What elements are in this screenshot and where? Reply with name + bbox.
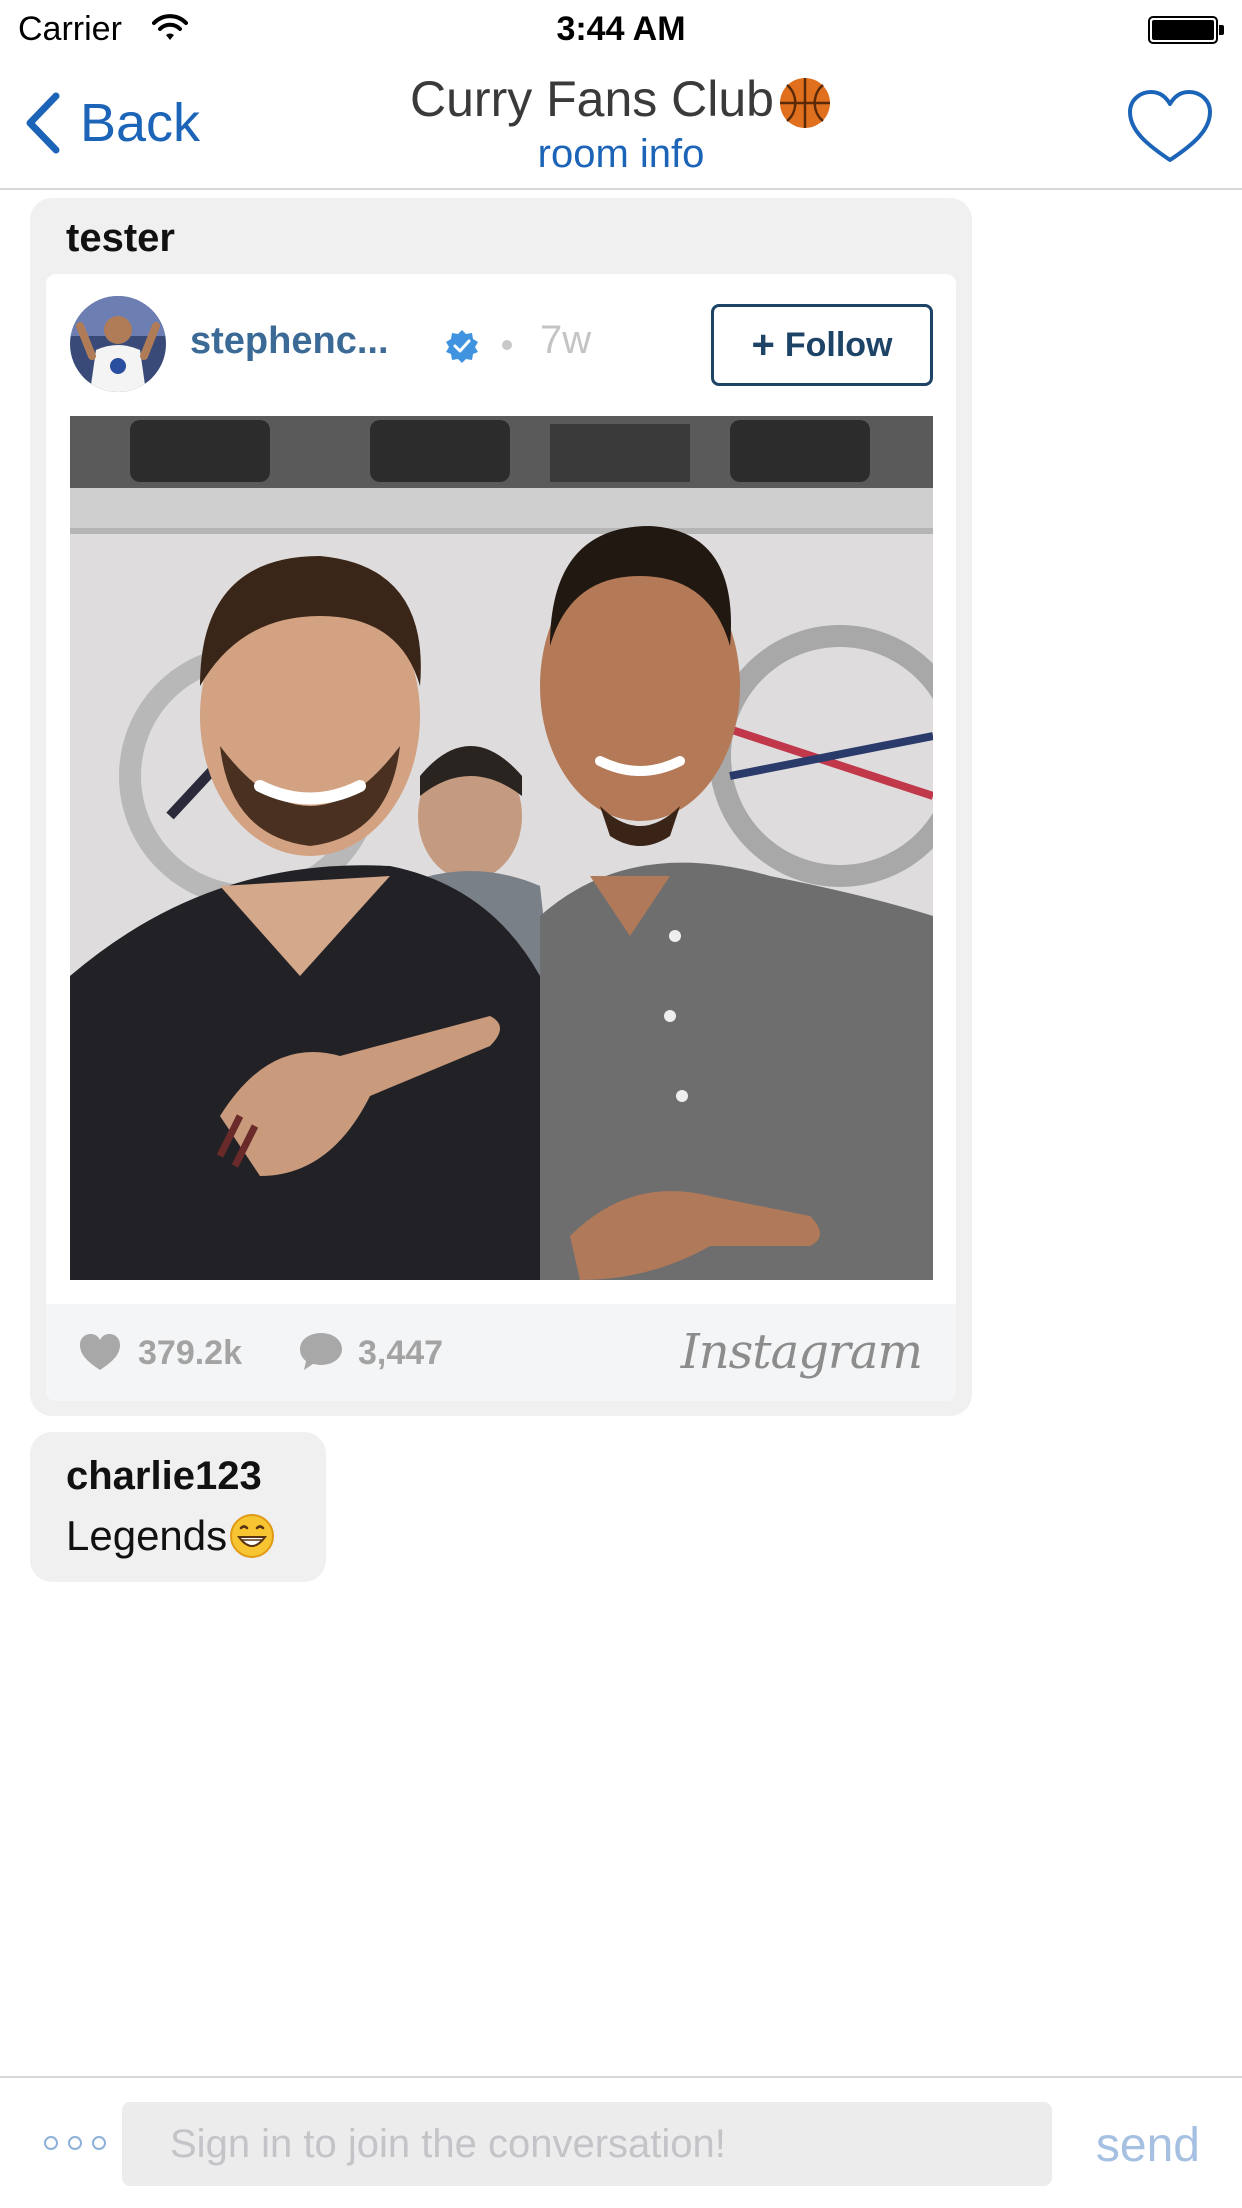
battery-tip [1219,25,1224,35]
heart-icon[interactable] [78,1332,122,1372]
composer-bar: send [0,2076,1242,2208]
clock: 3:44 AM [556,10,686,48]
verified-badge-icon [446,330,478,363]
battery-icon [1148,16,1218,44]
message-sender: tester [66,216,175,260]
message-input[interactable] [122,2102,1052,2186]
message-sender: charlie123 [66,1454,262,1498]
comment-count: 3,447 [358,1334,444,1372]
separator-dot [502,340,512,350]
grinning-face-icon [230,1514,275,1558]
follow-label: Follow [784,325,893,364]
send-button[interactable]: send [1096,2118,1200,2173]
plus-icon: + [751,322,775,367]
room-title-text: Curry Fans Club [410,71,774,127]
instagram-embed[interactable]: stephenc... 7w + Follow 379.2k 3,447 Ins… [46,274,956,1401]
post-time: 7w [540,318,592,362]
follow-button[interactable]: + Follow [711,304,933,386]
instagram-footer: 379.2k 3,447 Instagram [46,1304,956,1401]
heart-outline-icon[interactable] [1126,88,1214,166]
message-body: Legends [66,1512,228,1559]
instagram-logo[interactable]: Instagram [681,1324,923,1380]
like-count: 379.2k [138,1334,242,1372]
navigation-bar: Back Curry Fans Club room info [0,60,1242,190]
instagram-photo[interactable] [70,416,933,1280]
status-bar: Carrier 3:44 AM [0,0,1242,60]
instagram-username[interactable]: stephenc... [190,320,389,363]
message-text: Legends [66,1512,275,1560]
basketball-icon [780,77,830,128]
room-info-link[interactable]: room info [0,132,1242,177]
avatar[interactable] [70,296,166,392]
more-options-icon[interactable] [44,2136,106,2150]
message-bubble: charlie123 Legends [30,1432,326,1582]
room-title: Curry Fans Club [0,70,1242,130]
message-bubble: tester stephenc... 7w + Follow 379.2k 3,… [30,198,972,1416]
comment-icon[interactable] [298,1330,344,1372]
